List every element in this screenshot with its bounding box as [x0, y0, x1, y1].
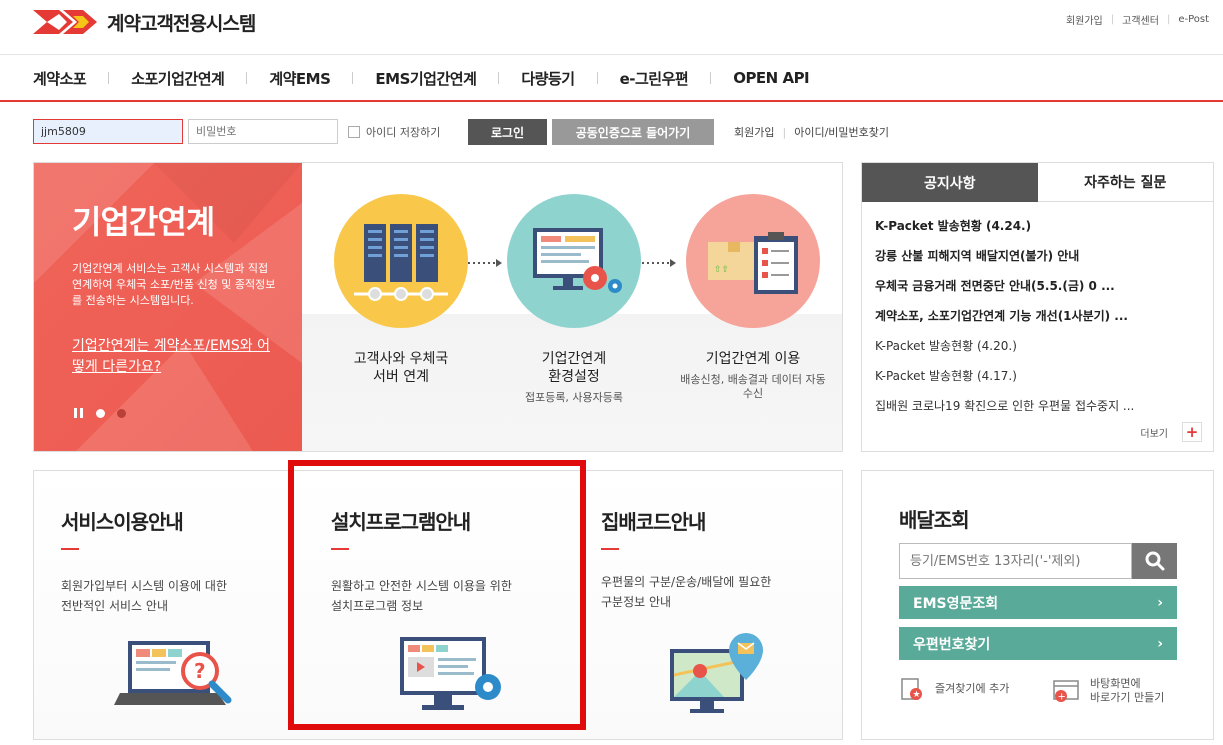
- join-link[interactable]: 회원가입: [734, 124, 774, 140]
- step-name: 기업간연계 환경설정: [541, 351, 607, 385]
- checkbox-icon: [348, 126, 360, 138]
- notice-list: K-Packet 발송현황 (4.24.) 강릉 산불 피해지역 배달지연(불가…: [862, 202, 1213, 421]
- nav-item-ems-b2b[interactable]: EMS기업간연계: [375, 68, 521, 89]
- step-name: 기업간연계 이용: [705, 351, 801, 367]
- desktop-shortcut-icon: +: [1053, 680, 1079, 703]
- tracking-number-input[interactable]: [899, 543, 1132, 579]
- support-link[interactable]: 고객센터: [1122, 12, 1159, 27]
- more-label: 더보기: [1140, 428, 1168, 440]
- nav-item-parcel-b2b[interactable]: 소포기업간연계: [131, 68, 269, 89]
- plus-icon[interactable]: +: [1182, 422, 1202, 442]
- search-icon: [1145, 551, 1164, 571]
- list-item[interactable]: 우체국 금융거래 전면중단 안내(5.5.(금) 0 ...: [875, 271, 1205, 301]
- nav-item-open-api[interactable]: OPEN API: [733, 69, 809, 87]
- service-guide-card[interactable]: 서비스이용안내 회원가입부터 시스템 이용에 대한 전반적인 서비스 안내 ?: [34, 471, 304, 741]
- site-title: 계약고객전용시스템: [107, 12, 256, 35]
- nav-item-green-mail[interactable]: e-그린우편: [620, 68, 734, 89]
- laptop-help-icon: ?: [114, 641, 232, 705]
- server-icon: [334, 194, 468, 328]
- button-label: EMS영문조회: [913, 595, 999, 612]
- chevron-right-icon: ›: [1157, 635, 1163, 652]
- desktop-shortcut-button[interactable]: + 바탕화면에 바로가기 만들기: [1052, 677, 1164, 705]
- find-account-link[interactable]: 아이디/비밀번호찾기: [794, 124, 889, 140]
- button-label: 우편번호찾기: [913, 636, 991, 653]
- slide-dot-1[interactable]: [96, 408, 105, 418]
- save-id-label: 아이디 저장하기: [366, 126, 441, 139]
- more-link[interactable]: 더보기 +: [1140, 422, 1202, 442]
- main-banner: 기업간연계 기업간연계 서비스는 고객사 시스템과 직접연계하여 우체국 소포/…: [33, 162, 843, 452]
- divider: |: [1166, 14, 1171, 25]
- pause-icon[interactable]: [74, 408, 84, 418]
- tracking-search: [899, 543, 1177, 579]
- login-button[interactable]: 로그인: [468, 119, 547, 145]
- password-input[interactable]: [188, 119, 338, 144]
- banner-link[interactable]: 기업간연계는 계약소포/EMS와 어떻게 다른가요?: [72, 336, 272, 378]
- chevron-right-icon: ›: [1157, 594, 1163, 611]
- svg-text:?: ?: [194, 659, 206, 683]
- card-description: 회원가입부터 시스템 이용에 대한 전반적인 서비스 안내: [61, 579, 228, 613]
- desktop-shortcut-label: 바탕화면에 바로가기 만들기: [1090, 677, 1165, 704]
- notice-board: 공지사항 자주하는 질문 K-Packet 발송현황 (4.24.) 강릉 산불…: [861, 162, 1214, 452]
- step-environment-setup: 기업간연계 환경설정 접포등록, 사용자등록: [504, 194, 644, 405]
- banner-intro: 기업간연계 기업간연계 서비스는 고객사 시스템과 직접연계하여 우체국 소포/…: [34, 163, 302, 451]
- list-item[interactable]: 계약소포, 소포기업간연계 기능 개선(1사분기) ...: [875, 301, 1205, 331]
- delivery-checklist-icon: ⇧⇧: [686, 194, 820, 328]
- nav-item-contract-ems[interactable]: 계약EMS: [269, 68, 375, 89]
- banner-description: 기업간연계 서비스는 고객사 시스템과 직접연계하여 우체국 소포/반품 신청 …: [72, 262, 276, 307]
- divider: [601, 548, 619, 550]
- bookmark-label: 즐겨찾기에 추가: [935, 682, 1010, 695]
- site-logo[interactable]: 계약고객전용시스템: [33, 6, 256, 38]
- card-title: 집배코드안내: [601, 510, 706, 534]
- list-item[interactable]: K-Packet 발송현황 (4.24.): [875, 211, 1205, 241]
- step-name: 고객사와 우체국 서버 연계: [353, 351, 449, 385]
- highlight-box: [288, 460, 586, 730]
- arrow-icon: [468, 259, 502, 267]
- step-sub: 배송신청, 배송결과 데이터 자동수신: [680, 373, 826, 400]
- list-item[interactable]: K-Packet 발송현황 (4.20.): [875, 331, 1205, 361]
- save-id-checkbox[interactable]: 아이디 저장하기: [348, 124, 440, 140]
- map-pin-icon: [670, 633, 763, 713]
- step-sub: 접포등록, 사용자등록: [524, 391, 624, 404]
- id-input[interactable]: [33, 119, 183, 144]
- banner-title: 기업간연계: [72, 203, 215, 241]
- step-server-link: 고객사와 우체국 서버 연계: [331, 194, 471, 386]
- list-item[interactable]: K-Packet 발송현황 (4.17.): [875, 361, 1205, 391]
- banner-steps: 고객사와 우체국 서버 연계 기업간연계 환경설정 접포등록, 사용자등록 ⇧⇧…: [302, 163, 842, 451]
- search-button[interactable]: [1132, 543, 1177, 579]
- divider: |: [782, 125, 787, 139]
- svg-text:+: +: [1058, 692, 1066, 703]
- top-links: 회원가입 | 고객센터 | e-Post: [1066, 12, 1209, 27]
- arrow-icon: [642, 259, 676, 267]
- divider: [61, 548, 79, 550]
- zipcode-search-button[interactable]: 우편번호찾기 ›: [899, 627, 1177, 660]
- certificate-login-button[interactable]: 공동인증으로 들어가기: [552, 119, 714, 145]
- card-description: 우편물의 구분/운송/배달에 필요한 구분정보 안내: [601, 575, 772, 609]
- nav-item-contract-parcel[interactable]: 계약소포: [33, 68, 131, 89]
- slide-dot-2[interactable]: [117, 408, 126, 418]
- epost-link[interactable]: e-Post: [1178, 14, 1209, 25]
- join-link[interactable]: 회원가입: [1066, 12, 1103, 27]
- divider: |: [1110, 14, 1115, 25]
- list-item[interactable]: 강릉 산불 피해지역 배달지연(불가) 안내: [875, 241, 1205, 271]
- tab-notice[interactable]: 공지사항: [862, 163, 1038, 202]
- step-usage: ⇧⇧ 기업간연계 이용 배송신청, 배송결과 데이터 자동수신: [678, 194, 828, 401]
- ems-english-lookup-button[interactable]: EMS영문조회 ›: [899, 586, 1177, 619]
- main-nav: 계약소포 소포기업간연계 계약EMS EMS기업간연계 다량등기 e-그린우편 …: [0, 54, 1223, 102]
- list-item[interactable]: 집배원 코로나19 확진으로 인한 우편물 접수중지 ...: [875, 391, 1205, 421]
- bookmark-button[interactable]: ★ 즐겨찾기에 추가: [899, 676, 1009, 702]
- tab-faq[interactable]: 자주하는 질문: [1037, 163, 1213, 202]
- bookmark-icon: ★: [901, 678, 922, 700]
- monitor-settings-icon: [507, 194, 641, 328]
- nav-item-bulk-registered[interactable]: 다량등기: [521, 68, 619, 89]
- delivery-tracking: 배달조회 EMS영문조회 › 우편번호찾기 › ★ 즐겨찾기에 추가 +: [861, 470, 1214, 740]
- delivery-title: 배달조회: [899, 508, 970, 532]
- svg-text:⇧⇧: ⇧⇧: [714, 265, 729, 275]
- card-title: 서비스이용안내: [61, 510, 184, 534]
- delivery-code-card[interactable]: 집배코드안내 우편물의 구분/운송/배달에 필요한 구분정보 안내: [574, 471, 844, 741]
- svg-text:★: ★: [913, 690, 921, 700]
- login-links: 회원가입 | 아이디/비밀번호찾기: [734, 124, 889, 140]
- logo-mark-icon: [33, 6, 99, 38]
- banner-controls: [74, 408, 126, 418]
